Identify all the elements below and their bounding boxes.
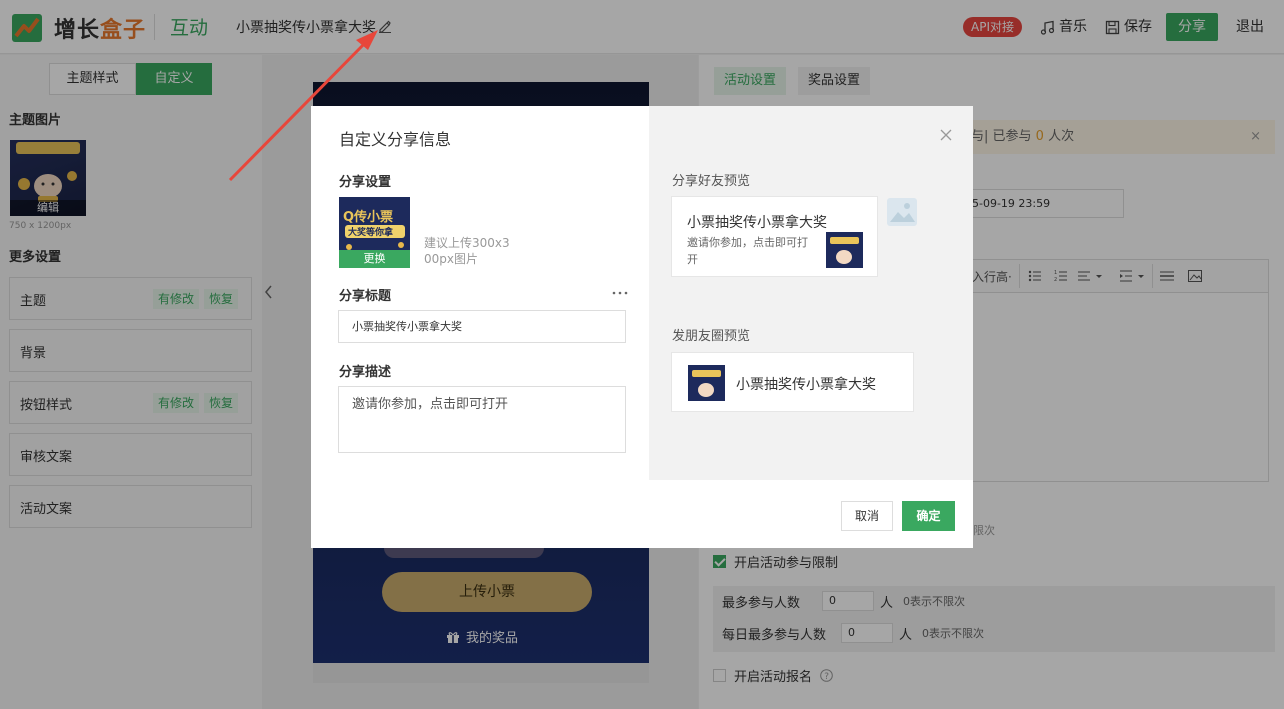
- friend-card-description: 邀请你参加，点击即可打开: [687, 236, 808, 266]
- moments-card-thumbnail: [688, 365, 725, 401]
- share-image-art: [826, 232, 863, 268]
- upload-size-hint: 建议上传300x300px图片: [424, 236, 510, 266]
- dialog-title: 自定义分享信息: [339, 130, 452, 149]
- avatar-placeholder-icon: [887, 198, 917, 226]
- cancel-button[interactable]: 取消: [841, 501, 893, 531]
- share-description-label: 分享描述: [339, 365, 392, 380]
- friend-preview-label: 分享好友预览: [672, 174, 751, 189]
- moments-preview-label: 发朋友圈预览: [672, 329, 751, 344]
- friend-card-thumbnail: [826, 232, 863, 268]
- share-image-thumbnail[interactable]: Q传小票 大奖等你拿 更换: [339, 197, 410, 268]
- moments-card-title: 小票抽奖传小票拿大奖: [736, 377, 876, 393]
- share-description-textarea[interactable]: 邀请你参加，点击即可打开: [338, 386, 626, 453]
- replace-image-button[interactable]: 更换: [339, 250, 410, 268]
- close-icon[interactable]: [939, 128, 953, 142]
- friend-card-title: 小票抽奖传小票拿大奖: [687, 215, 827, 231]
- share-settings-dialog: 自定义分享信息 分享设置 Q传小票 大奖等你拿 更换 建议上传300x300px…: [311, 106, 973, 548]
- confirm-button[interactable]: 确定: [902, 501, 955, 531]
- more-dots-icon[interactable]: [612, 290, 628, 296]
- share-title-label: 分享标题: [339, 289, 392, 304]
- svg-text:Q传小票: Q传小票: [343, 209, 393, 225]
- share-image-art: [688, 365, 725, 401]
- svg-text:大奖等你拿: 大奖等你拿: [348, 226, 394, 238]
- share-title-input[interactable]: 小票抽奖传小票拿大奖: [338, 310, 626, 343]
- moments-share-preview-card: 小票抽奖传小票拿大奖: [671, 352, 914, 412]
- preview-pane: [649, 106, 973, 480]
- friend-share-preview-card: 小票抽奖传小票拿大奖 邀请你参加，点击即可打开: [671, 196, 878, 277]
- share-settings-label: 分享设置: [339, 175, 392, 190]
